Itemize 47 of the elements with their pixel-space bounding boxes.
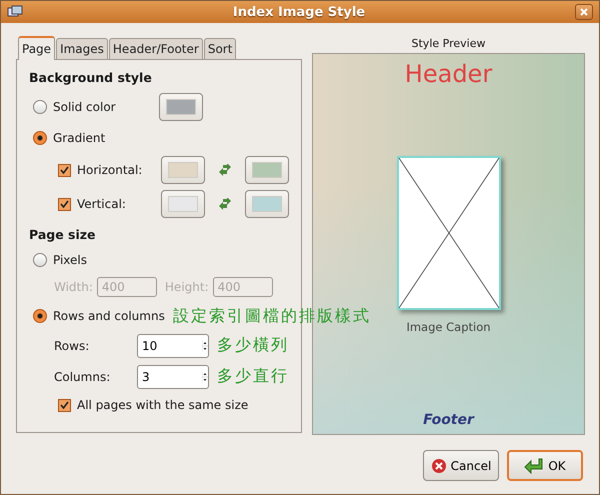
close-icon (580, 8, 588, 16)
image-caption: Image Caption (406, 320, 491, 334)
radio-button[interactable]: Pixels (33, 253, 88, 267)
tab[interactable]: Sort (204, 38, 236, 59)
swap-icon (218, 164, 232, 176)
section-heading: Page size (29, 227, 97, 242)
preview-header: Header (404, 60, 492, 88)
color-button[interactable] (245, 156, 289, 184)
radio-button[interactable]: Solid color (33, 100, 159, 114)
app-icon (7, 5, 23, 19)
field-label: Rows: (54, 338, 90, 352)
field-label: Height: (164, 280, 209, 294)
annotation: 多少橫列 (217, 335, 289, 356)
color-button[interactable] (245, 190, 289, 218)
spin-button[interactable]: 3 (137, 364, 209, 388)
color-button[interactable] (159, 93, 203, 121)
close-button[interactable] (575, 4, 593, 20)
section-heading: Background style (29, 70, 153, 85)
enter-arrow-icon (524, 458, 544, 474)
field-label: Width: (54, 280, 93, 294)
color-button[interactable] (161, 156, 206, 184)
preview-footer: Footer (423, 412, 474, 428)
annotation: 設定索引圖檔的排版樣式 (172, 306, 371, 326)
ok-button[interactable]: OK (507, 450, 583, 481)
checkmark-icon (60, 400, 69, 410)
checkmark-icon (60, 200, 69, 208)
number-field[interactable]: 10 (138, 334, 202, 356)
checkbox[interactable]: All pages with the same size (58, 398, 248, 412)
checkbox[interactable]: Horizontal: (58, 163, 162, 177)
tab[interactable]: Header/Footer (108, 38, 203, 59)
radio-button[interactable]: Rows and columns (33, 309, 165, 323)
preview-title: Style Preview (412, 37, 486, 52)
spin-button[interactable]: 10 (137, 334, 209, 358)
tab[interactable]: Page (18, 36, 56, 60)
window-title: Index Image Style (232, 4, 366, 20)
cancel-icon (430, 458, 447, 474)
field-label: Columns: (54, 370, 112, 384)
tab[interactable]: Images (56, 38, 108, 59)
cancel-button[interactable]: Cancel (423, 450, 499, 481)
checkmark-icon (60, 166, 69, 174)
annotation: 多少直行 (217, 366, 289, 387)
number-field[interactable]: 3 (138, 366, 202, 388)
swap-icon (218, 198, 232, 210)
checkbox[interactable]: Vertical: (58, 197, 162, 211)
radio-button[interactable]: Gradient (33, 131, 106, 145)
image-placeholder-icon (396, 156, 500, 310)
color-button[interactable] (161, 190, 206, 218)
